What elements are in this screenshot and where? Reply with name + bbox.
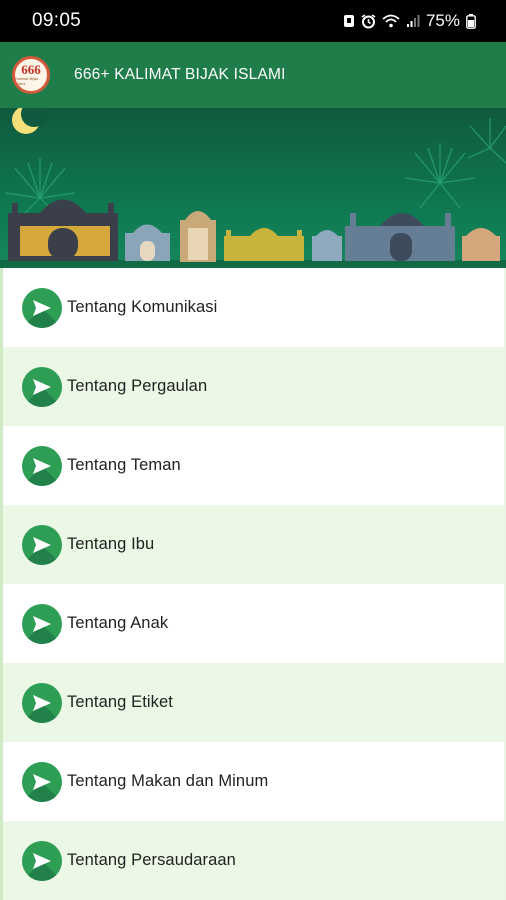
send-icon	[22, 682, 62, 723]
topic-item-makan-dan-minum[interactable]: Tentang Makan dan Minum	[0, 742, 506, 821]
send-icon	[22, 840, 62, 881]
topic-label: Tentang Teman	[67, 456, 181, 474]
send-icon	[22, 366, 62, 407]
status-bar: 09:05 75%	[0, 0, 506, 42]
battery-percent: 75%	[425, 11, 460, 30]
topic-item-pergaulan[interactable]: Tentang Pergaulan	[0, 347, 506, 426]
send-icon	[22, 445, 62, 486]
alarm-icon	[361, 13, 376, 29]
app-logo-subtext: Kalimat Bijak Islami	[15, 76, 39, 86]
topic-item-persaudaraan[interactable]: Tentang Persaudaraan	[0, 821, 506, 900]
topic-item-komunikasi[interactable]: Tentang Komunikasi	[0, 268, 506, 347]
topic-label: Tentang Pergaulan	[67, 377, 208, 395]
send-icon	[22, 287, 62, 328]
signal-icon	[406, 14, 420, 28]
topic-label: Tentang Persaudaraan	[67, 851, 236, 869]
app-logo: 666 Kalimat Bijak Islami	[12, 56, 50, 94]
topic-item-ibu[interactable]: Tentang Ibu	[0, 505, 506, 584]
send-icon	[22, 603, 62, 644]
status-time: 09:05	[32, 10, 82, 31]
app-logo-number: 666	[21, 62, 41, 77]
topic-label: Tentang Komunikasi	[67, 298, 218, 316]
wifi-icon	[382, 14, 400, 28]
header-banner	[0, 108, 506, 268]
topic-item-etiket[interactable]: Tentang Etiket	[0, 663, 506, 742]
app-bar: 666 Kalimat Bijak Islami 666+ KALIMAT BI…	[0, 42, 506, 108]
status-icons: 75%	[343, 11, 476, 31]
app-title: 666+ KALIMAT BIJAK ISLAMI	[74, 66, 286, 83]
topic-label: Tentang Makan dan Minum	[67, 772, 269, 790]
notification-icon	[343, 14, 355, 28]
send-icon	[22, 761, 62, 802]
battery-icon	[466, 13, 476, 29]
topic-label: Tentang Ibu	[67, 535, 155, 553]
topic-item-teman[interactable]: Tentang Teman	[0, 426, 506, 505]
topic-list: Tentang Komunikasi Tentang Pergaulan Ten…	[0, 268, 506, 900]
topic-item-anak[interactable]: Tentang Anak	[0, 584, 506, 663]
topic-label: Tentang Anak	[67, 614, 169, 632]
send-icon	[22, 524, 62, 565]
topic-label: Tentang Etiket	[67, 693, 173, 711]
